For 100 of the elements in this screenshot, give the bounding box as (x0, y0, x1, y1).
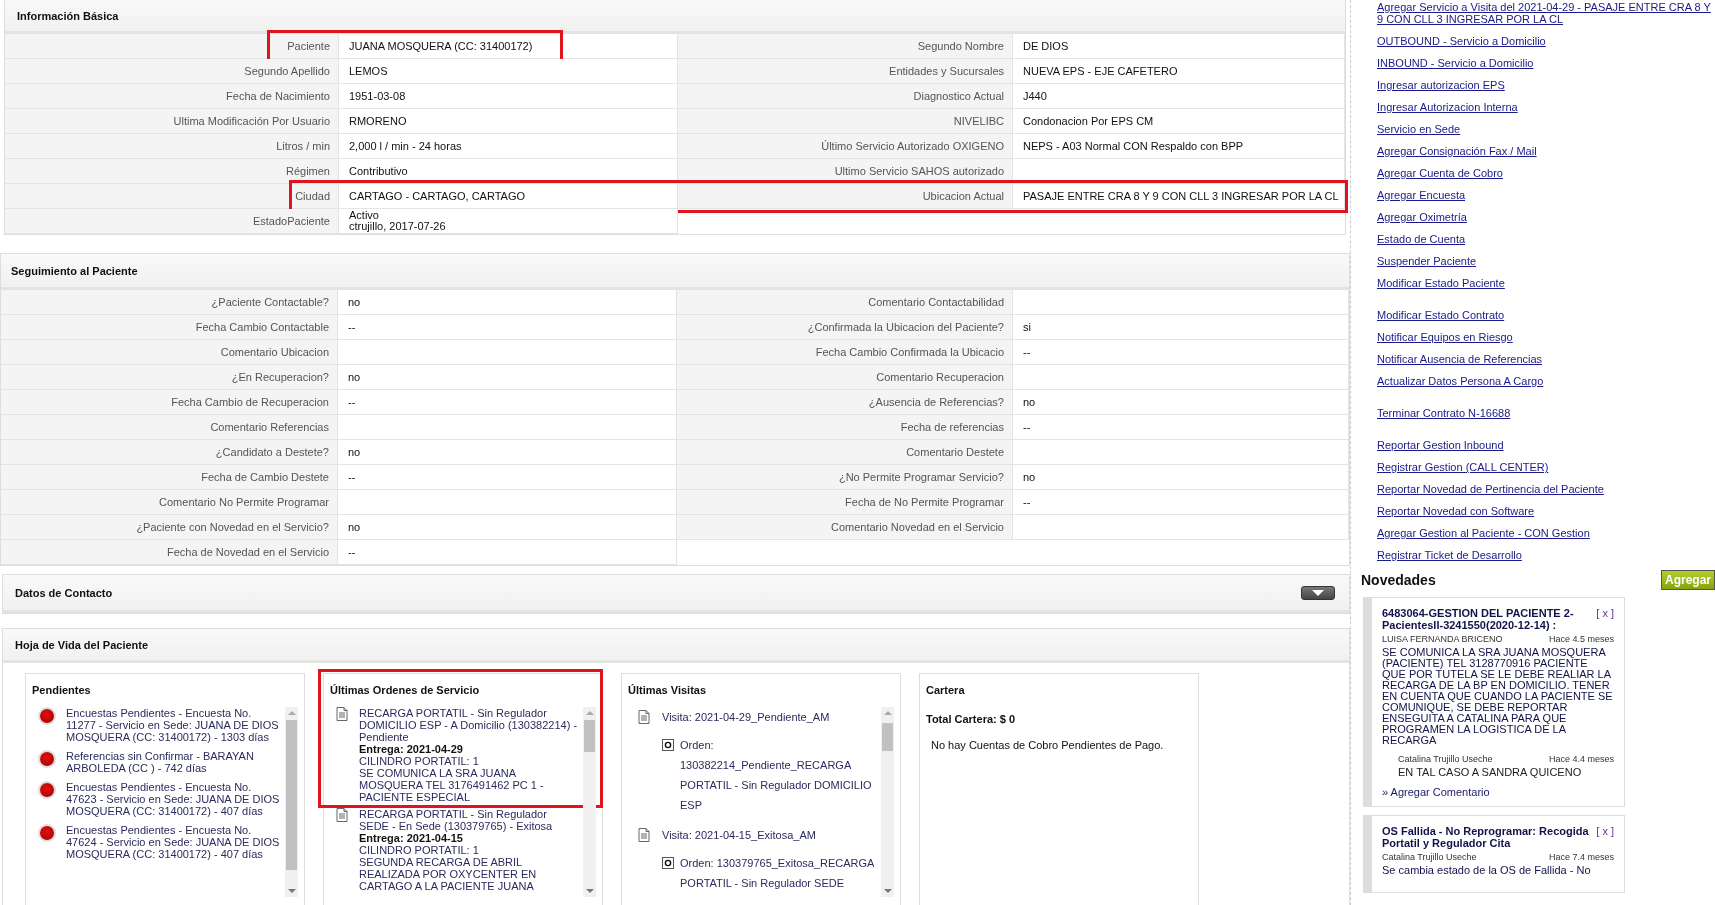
field-value: -- (1013, 340, 1349, 365)
action-link[interactable]: Actualizar Datos Persona A Cargo (1377, 370, 1715, 392)
section-header: Información Básica (5, 0, 1345, 34)
field-value: NUEVA EPS - EJE CAFETERO (1013, 59, 1345, 84)
time-ago: Hace 4.5 meses (1548, 634, 1614, 644)
wallet-total: Total Cartera: $ 0 (926, 712, 1017, 727)
field-value: 2,000 l / min - 24 horas (339, 134, 678, 159)
order-detail: SE COMUNICA LA SRA JUANA MOSQUERA TEL 3176491462 PC 1 - PACIENTE ESPECIAL (359, 767, 545, 803)
field-label: Comentario Ubicacion (1, 340, 338, 365)
action-link[interactable]: Agregar Consignación Fax / Mail (1377, 140, 1715, 162)
action-link[interactable]: Servicio en Sede (1377, 118, 1715, 140)
visit-link[interactable]: Visita: 2021-04-15_Exitosa_AM (662, 825, 816, 845)
status-dot (40, 752, 54, 766)
field-label: Ciudad (5, 184, 339, 209)
author-name: LUISA FERNANDA BRICENO (1382, 634, 1503, 644)
action-link[interactable]: Registrar Ticket de Desarrollo (1377, 544, 1715, 566)
field-value: -- (338, 540, 677, 565)
comment-text: EN TAL CASO A SANDRA QUICENO (1398, 767, 1583, 778)
action-link[interactable]: Reportar Novedad de Pertinencia del Paciente (1377, 478, 1715, 500)
field-value: no (338, 365, 677, 390)
field-label: ¿Paciente con Novedad en el Servicio? (1, 515, 338, 540)
field-label: Ultimo Servicio SAHOS autorizado (678, 159, 1013, 184)
delivery-date: Entrega: 2021-04-15 (359, 832, 464, 844)
field-value: no (338, 515, 677, 540)
close-link[interactable]: [ x ] (1596, 607, 1614, 631)
field-label: EstadoPaciente (5, 209, 339, 234)
field-value: no (1013, 465, 1349, 490)
field-value: no (338, 440, 677, 465)
action-link[interactable]: Reportar Novedad con Software (1377, 500, 1715, 522)
field-label: Fecha de No Permite Programar (677, 490, 1013, 515)
field-label: Comentario Contactabilidad (677, 290, 1013, 315)
field-label: Comentario Recuperacion (677, 365, 1013, 390)
field-label: ¿Paciente Contactable? (1, 290, 338, 315)
action-link[interactable]: Ingresar autorizacion EPS (1377, 74, 1715, 96)
field-label: Fecha de Novedad en el Servicio (1, 540, 338, 565)
action-link[interactable]: INBOUND - Servicio a Domicilio (1377, 52, 1715, 74)
field-value: JUANA MOSQUERA (CC: 31400172) (339, 34, 678, 59)
field-value: no (338, 290, 677, 315)
order-title[interactable]: RECARGA PORTATIL - Sin Regulador SEDE - En Sede (130379765) - Exitosa (359, 808, 579, 832)
time-ago: Hace 7.4 meses (1548, 852, 1614, 862)
field-label: Ubicacion Actual (678, 184, 1013, 209)
scrollbar[interactable] (583, 707, 596, 897)
panel-title: Últimas Ordenes de Servicio (330, 683, 481, 698)
action-link[interactable]: Agregar Servicio a Visita del 2021-04-29 - PASAJE ENTRE CRA 8 Y 9 CON CLL 3 INGRESAR POR LA CL (1377, 1, 1715, 30)
news-heading: Novedades (1361, 572, 1436, 588)
close-link[interactable]: [ x ] (1596, 825, 1614, 849)
panel-title: Cartera (926, 683, 966, 698)
section-header: Datos de Contacto (15, 586, 113, 599)
field-value: NEPS - A03 Normal CON Respaldo con BPP (1013, 134, 1345, 159)
document-icon (336, 808, 348, 822)
pending-item[interactable]: Encuestas Pendientes - Encuesta No. 11277 - Servicio en Sede: JUANA DE DIOS MOSQUERA (CC: 31400172) - 1303 días (66, 707, 281, 743)
action-link[interactable]: Agregar Oximetría (1377, 206, 1715, 228)
order-detail: CILINDRO PORTATIL: 1 (359, 844, 480, 856)
action-link[interactable]: Reportar Gestion Inbound (1377, 434, 1715, 456)
field-label: Diagnostico Actual (678, 84, 1013, 109)
field-label: NIVELIBC (678, 109, 1013, 134)
action-link[interactable]: OUTBOUND - Servicio a Domicilio (1377, 30, 1715, 52)
field-value: no (1013, 390, 1349, 415)
action-link[interactable]: Modificar Estado Paciente (1377, 272, 1715, 294)
action-link[interactable]: Agregar Encuesta (1377, 184, 1715, 206)
action-link[interactable]: Terminar Contrato N-16688 (1377, 402, 1715, 424)
action-link[interactable]: Estado de Cuenta (1377, 228, 1715, 250)
field-value: PASAJE ENTRE CRA 8 Y 9 CON CLL 3 INGRESAR POR LA CL (1013, 184, 1345, 209)
panel-title: Últimas Visitas (628, 683, 708, 698)
field-label: Régimen (5, 159, 339, 184)
pending-item[interactable]: Encuestas Pendientes - Encuesta No. 47624 - Servicio en Sede: JUANA DE DIOS MOSQUERA (CC: 31400172) - 407 días (66, 824, 281, 860)
field-label: ¿Ausencia de Referencias? (677, 390, 1013, 415)
action-link[interactable]: Modificar Estado Contrato (1377, 304, 1715, 326)
field-value: -- (338, 465, 677, 490)
action-link[interactable]: Agregar Gestion al Paciente - CON Gestion (1377, 522, 1715, 544)
scrollbar[interactable] (285, 707, 298, 897)
section-header: Hoja de Vida del Paciente (3, 629, 1349, 663)
visit-order[interactable]: Orden: 130379765_Exitosa_RECARGA PORTATIL - Sin Regulador SEDE (680, 853, 877, 893)
document-icon (638, 828, 650, 842)
visit-link[interactable]: Visita: 2021-04-29_Pendiente_AM (662, 707, 830, 727)
field-label: Entidades y Sucursales (678, 59, 1013, 84)
collapse-button[interactable] (1301, 585, 1335, 600)
scrollbar[interactable] (881, 707, 894, 897)
add-comment-link[interactable]: » Agregar Comentario (1382, 786, 1614, 798)
field-label: Comentario No Permite Programar (1, 490, 338, 515)
action-link[interactable]: Registrar Gestion (CALL CENTER) (1377, 456, 1715, 478)
field-label: Litros / min (5, 134, 339, 159)
field-value: si (1013, 315, 1349, 340)
action-link[interactable]: Ingresar Autorizacion Interna (1377, 96, 1715, 118)
visit-order[interactable]: Orden: 130382214_Pendiente_RECARGA PORTATIL - Sin Regulador DOMICILIO ESP (680, 735, 877, 815)
field-value: RMORENO (339, 109, 678, 134)
action-link[interactable]: Agregar Cuenta de Cobro (1377, 162, 1715, 184)
field-value: CARTAGO - CARTAGO, CARTAGO (339, 184, 678, 209)
pending-item[interactable]: Encuestas Pendientes - Encuesta No. 47623 - Servicio en Sede: JUANA DE DIOS MOSQUERA (CC: 31400172) - 407 días (66, 781, 281, 817)
delivery-date: Entrega: 2021-04-29 (359, 743, 464, 755)
action-link[interactable]: Notificar Ausencia de Referencias (1377, 348, 1715, 370)
author-name: Catalina Trujillo Useche (1398, 754, 1493, 764)
order-title[interactable]: RECARGA PORTATIL - Sin Regulador DOMICILIO ESP - A Domicilio (130382214) - Pendiente (359, 707, 579, 743)
wallet-note: No hay Cuentas de Cobro Pendientes de Pago. (930, 739, 1165, 751)
action-link[interactable]: Suspender Paciente (1377, 250, 1715, 272)
field-label: Fecha Cambio Confirmada la Ubicacio (677, 340, 1013, 365)
pending-item[interactable]: Referencias sin Confirmar - BARAYAN ARBOLEDA (CC ) - 742 días (66, 750, 281, 774)
action-link[interactable]: Notificar Equipos en Riesgo (1377, 326, 1715, 348)
status-dot (40, 826, 54, 840)
field-value: J440 (1013, 84, 1345, 109)
